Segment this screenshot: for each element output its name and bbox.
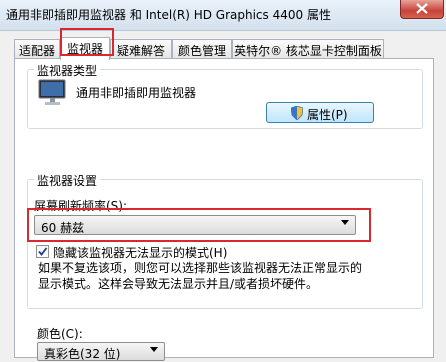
chevron-down-icon: [150, 347, 158, 352]
close-icon: [416, 3, 428, 14]
hide-modes-description: 如果不复选该项，则您可以选择那些该监视器无法正常显示的 显示模式。这样会导致无法…: [38, 260, 422, 292]
tab-adapter[interactable]: 适配器: [14, 39, 60, 58]
close-button[interactable]: [400, 0, 444, 19]
tab-color-management[interactable]: 颜色管理: [172, 39, 232, 58]
refresh-rate-value: 60 赫兹: [41, 221, 85, 235]
description-line-1: 如果不复选该项，则您可以选择那些该监视器无法正常显示的: [38, 261, 363, 275]
shield-icon: [291, 106, 303, 120]
monitor-type-title: 监视器类型: [34, 62, 101, 79]
monitor-type-group: 监视器类型 通用非即插即用监视器 属性(P): [27, 62, 423, 129]
color-value: 真彩色(32 位): [44, 347, 121, 361]
color-select[interactable]: 真彩色(32 位): [37, 342, 165, 361]
tab-adapter-label: 适配器: [18, 44, 55, 58]
tab-troubleshoot[interactable]: 疑难解答: [110, 39, 172, 58]
tab-intel-graphics-label: 英特尔® 核芯显卡控制面板: [234, 44, 382, 58]
chevron-down-icon: [341, 220, 349, 225]
tab-monitor-label: 监视器: [66, 42, 103, 56]
monitor-settings-group: 监视器设置 屏幕刷新频率(S): 60 赫兹 隐藏该监视器无法显示的模式(H) …: [27, 172, 423, 309]
refresh-rate-label: 屏幕刷新频率(S):: [34, 199, 128, 213]
dialog-body: 适配器 监视器 疑难解答 颜色管理 英特尔® 核芯显卡控制面板 监视器类型 通用…: [0, 28, 446, 361]
tab-monitor[interactable]: 监视器: [60, 37, 110, 60]
title-bar: 通用非即插即用监视器 和 Intel(R) HD Graphics 4400 属…: [0, 0, 446, 31]
hide-modes-label[interactable]: 隐藏该监视器无法显示的模式(H): [53, 244, 227, 261]
properties-button[interactable]: 属性(P): [266, 102, 374, 123]
monitor-name: 通用非即插即用监视器: [76, 86, 197, 100]
tab-intel-graphics[interactable]: 英特尔® 核芯显卡控制面板: [232, 39, 384, 58]
checkmark-icon: [38, 247, 48, 256]
description-line-2: 显示模式。这样会导致无法显示并且/或者损坏硬件。: [38, 277, 319, 291]
color-label: 颜色(C):: [37, 327, 83, 341]
refresh-rate-select[interactable]: 60 赫兹: [34, 215, 356, 235]
monitor-settings-title: 监视器设置: [34, 172, 101, 189]
tab-troubleshoot-label: 疑难解答: [116, 44, 165, 58]
tab-color-management-label: 颜色管理: [177, 44, 226, 58]
properties-button-label: 属性(P): [307, 108, 348, 122]
tab-panel-monitor: 监视器类型 通用非即插即用监视器 属性(P) 监视器设置 屏幕刷新频率(S):: [14, 58, 434, 361]
monitor-icon: [38, 79, 66, 105]
window-title: 通用非即插即用监视器 和 Intel(R) HD Graphics 4400 属…: [6, 8, 331, 22]
hide-modes-checkbox[interactable]: [36, 245, 49, 258]
